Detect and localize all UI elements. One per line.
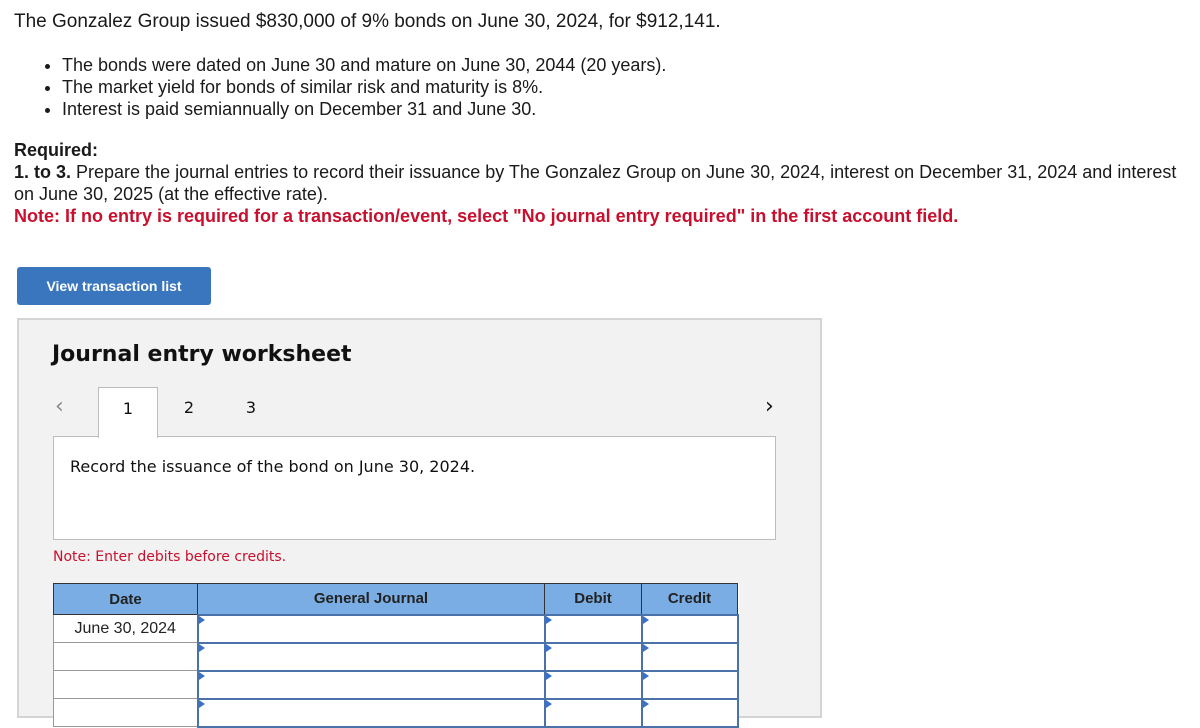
date-cell (53, 642, 198, 671)
account-select[interactable] (196, 697, 546, 728)
worksheet-title: Journal entry worksheet (52, 342, 352, 367)
table-row (53, 669, 739, 700)
entry-description: Record the issuance of the bond on June … (70, 457, 476, 476)
chevron-left-icon[interactable]: ‹ (55, 394, 64, 419)
tab-1[interactable]: 1 (98, 387, 158, 438)
journal-entry-worksheet-panel: Journal entry worksheet ‹ 1 2 3 › Record… (17, 318, 822, 728)
credit-input[interactable] (640, 613, 739, 644)
header-general-journal: General Journal (197, 583, 545, 615)
table-row (53, 697, 739, 728)
bullet-item: The market yield for bonds of similar ri… (62, 76, 666, 98)
credit-input[interactable] (640, 641, 739, 672)
problem-bullets: The bonds were dated on June 30 and matu… (40, 54, 666, 120)
tab-3[interactable]: 3 (221, 387, 281, 437)
account-select[interactable] (196, 613, 546, 644)
problem-intro: The Gonzalez Group issued $830,000 of 9%… (14, 11, 721, 32)
credit-input[interactable] (640, 669, 739, 700)
header-date: Date (53, 583, 198, 615)
header-credit: Credit (641, 583, 738, 615)
instruction-text: Prepare the journal entries to record th… (14, 162, 1177, 204)
journal-table: Date General Journal Debit Credit June 3… (53, 583, 739, 728)
debit-input[interactable] (543, 641, 643, 672)
bullet-item: The bonds were dated on June 30 and matu… (62, 54, 666, 76)
account-select[interactable] (196, 641, 546, 672)
tab-2[interactable]: 2 (159, 387, 219, 437)
table-row: June 30, 2024 (53, 613, 739, 644)
debit-input[interactable] (543, 697, 643, 728)
entry-description-box: Record the issuance of the bond on June … (53, 436, 776, 540)
table-row (53, 641, 739, 672)
date-cell (53, 670, 198, 699)
required-section: Required: 1. to 3. Prepare the journal e… (14, 139, 1194, 227)
required-label: Required: (14, 140, 99, 160)
table-header-row: Date General Journal Debit Credit (53, 583, 738, 615)
date-cell: June 30, 2024 (53, 614, 198, 643)
debits-credits-note: Note: Enter debits before credits. (53, 549, 287, 565)
credit-input[interactable] (640, 697, 739, 728)
step-label: 1. to 3. (14, 162, 72, 182)
chevron-right-icon[interactable]: › (765, 394, 774, 419)
bullet-item: Interest is paid semiannually on Decembe… (62, 98, 666, 120)
header-debit: Debit (544, 583, 642, 615)
debit-input[interactable] (543, 613, 643, 644)
date-cell (53, 698, 198, 727)
debit-input[interactable] (543, 669, 643, 700)
view-transaction-list-button[interactable]: View transaction list (17, 267, 211, 305)
no-entry-note: Note: If no entry is required for a tran… (14, 206, 959, 226)
account-select[interactable] (196, 669, 546, 700)
